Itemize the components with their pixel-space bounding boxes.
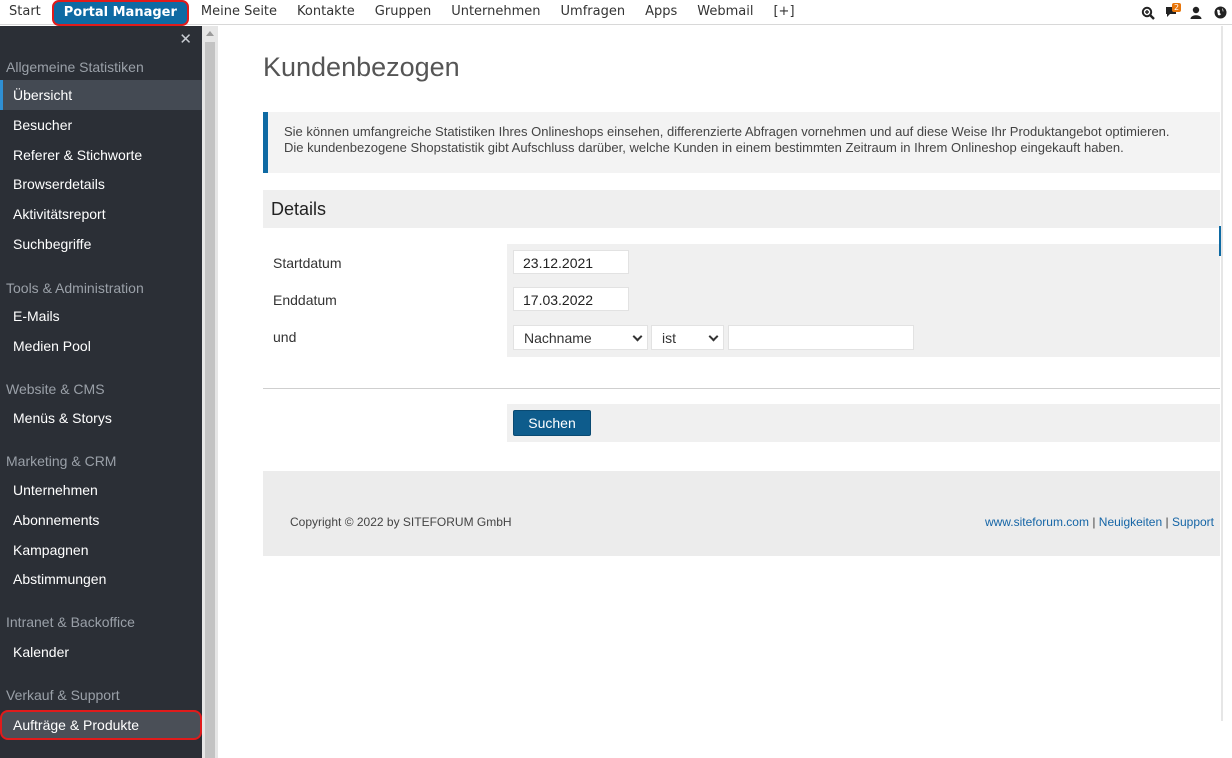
start-date-label: Startdatum (273, 255, 342, 271)
sidebar: ✕ Allgemeine Statistiken Übersicht Besuc… (0, 26, 202, 758)
nav-meine-seite[interactable]: Meine Seite (191, 0, 287, 25)
divider (263, 388, 1220, 389)
link-separator: | (1165, 515, 1169, 529)
button-row: Suchen (507, 404, 1220, 442)
page-title: Kundenbezogen (263, 52, 460, 82)
search-zoom-icon[interactable] (1136, 0, 1160, 25)
chevron-down-icon (708, 331, 719, 342)
sidebar-item-unternehmen[interactable]: Unternehmen (0, 475, 202, 505)
sidebar-item-kampagnen[interactable]: Kampagnen (0, 535, 202, 565)
nav-umfragen[interactable]: Umfragen (551, 0, 636, 25)
siteforum-link[interactable]: www.siteforum.com (985, 515, 1089, 529)
sidebar-item-menues-storys[interactable]: Menüs & Storys (0, 403, 202, 433)
sidebar-item-suchbegriffe[interactable]: Suchbegriffe (0, 229, 202, 259)
nav-add-more[interactable]: [+] (763, 0, 804, 25)
main-scrollbar[interactable] (1221, 26, 1223, 721)
top-navigation-bar: Start Portal Manager Meine Seite Kontakt… (0, 0, 1232, 26)
nav-start[interactable]: Start (0, 0, 50, 25)
details-form: 23.12.2021 17.03.2022 Nachname ist (507, 244, 1220, 357)
sidebar-item-emails[interactable]: E-Mails (0, 301, 202, 331)
link-separator: | (1092, 515, 1096, 529)
sidebar-item-kalender[interactable]: Kalender (0, 637, 202, 667)
scroll-up-arrow-icon[interactable] (206, 31, 214, 36)
sidebar-item-auftraege-produkte[interactable]: Aufträge & Produkte (0, 710, 202, 740)
nav-webmail[interactable]: Webmail (687, 0, 763, 25)
sidebar-section-title: Verkauf & Support (6, 687, 120, 703)
nav-kontakte[interactable]: Kontakte (287, 0, 365, 25)
neuigkeiten-link[interactable]: Neuigkeiten (1099, 515, 1162, 529)
globe-icon[interactable] (1208, 0, 1232, 25)
sidebar-item-abstimmungen[interactable]: Abstimmungen (0, 564, 202, 594)
chat-icon[interactable]: 2 (1160, 0, 1184, 25)
sidebar-item-aktivitaetsreport[interactable]: Aktivitätsreport (0, 199, 202, 229)
info-text-line: Sie können umfangreiche Statistiken Ihre… (284, 124, 1170, 139)
start-date-field[interactable]: 23.12.2021 (513, 250, 629, 274)
scrollbar-thumb[interactable] (205, 42, 215, 758)
sidebar-scrollbar[interactable] (202, 26, 218, 758)
footer: Copyright © 2022 by SITEFORUM GmbH www.s… (263, 471, 1220, 556)
nav-portal-manager[interactable]: Portal Manager (51, 0, 189, 26)
end-date-field[interactable]: 17.03.2022 (513, 287, 629, 311)
sidebar-section-title: Website & CMS (6, 381, 105, 397)
footer-links: www.siteforum.com | Neuigkeiten | Suppor… (985, 515, 1214, 529)
sidebar-item-abonnements[interactable]: Abonnements (0, 505, 202, 535)
sidebar-item-browserdetails[interactable]: Browserdetails (0, 169, 202, 199)
main-content: Kundenbezogen Sie können umfangreiche St… (263, 26, 1220, 758)
search-button[interactable]: Suchen (513, 410, 591, 436)
sidebar-section-title: Marketing & CRM (6, 453, 117, 469)
filter-field-select-value: Nachname (524, 330, 592, 346)
top-icon-group: 2 (1136, 0, 1232, 25)
filter-field-select[interactable]: Nachname (513, 325, 648, 350)
copyright-text: Copyright © 2022 by SITEFORUM GmbH (290, 515, 512, 529)
sidebar-section-title: Tools & Administration (6, 280, 144, 296)
top-nav-menu: Start Portal Manager Meine Seite Kontakt… (0, 0, 805, 26)
sidebar-item-medien-pool[interactable]: Medien Pool (0, 331, 202, 361)
info-box: Sie können umfangreiche Statistiken Ihre… (263, 112, 1220, 173)
nav-gruppen[interactable]: Gruppen (365, 0, 441, 25)
details-heading: Details (263, 190, 1220, 228)
sidebar-item-referer[interactable]: Referer & Stichworte (0, 140, 202, 170)
sidebar-section-title: Allgemeine Statistiken (6, 59, 144, 75)
end-date-label: Enddatum (273, 292, 337, 308)
filter-value-input[interactable] (728, 325, 914, 350)
and-label: und (273, 329, 297, 345)
notification-badge: 2 (1172, 3, 1182, 12)
sidebar-close-icon[interactable]: ✕ (179, 30, 192, 48)
sidebar-item-uebersicht[interactable]: Übersicht (0, 80, 202, 110)
filter-operator-select-value: ist (662, 330, 676, 346)
user-icon[interactable] (1184, 0, 1208, 25)
nav-apps[interactable]: Apps (635, 0, 687, 25)
info-text-line: Die kundenbezogene Shopstatistik gibt Au… (284, 140, 1124, 155)
support-link[interactable]: Support (1172, 515, 1214, 529)
sidebar-section-title: Intranet & Backoffice (6, 614, 135, 630)
filter-operator-select[interactable]: ist (651, 325, 724, 350)
sidebar-item-besucher[interactable]: Besucher (0, 110, 202, 140)
nav-unternehmen[interactable]: Unternehmen (441, 0, 550, 25)
chevron-down-icon (632, 331, 643, 342)
